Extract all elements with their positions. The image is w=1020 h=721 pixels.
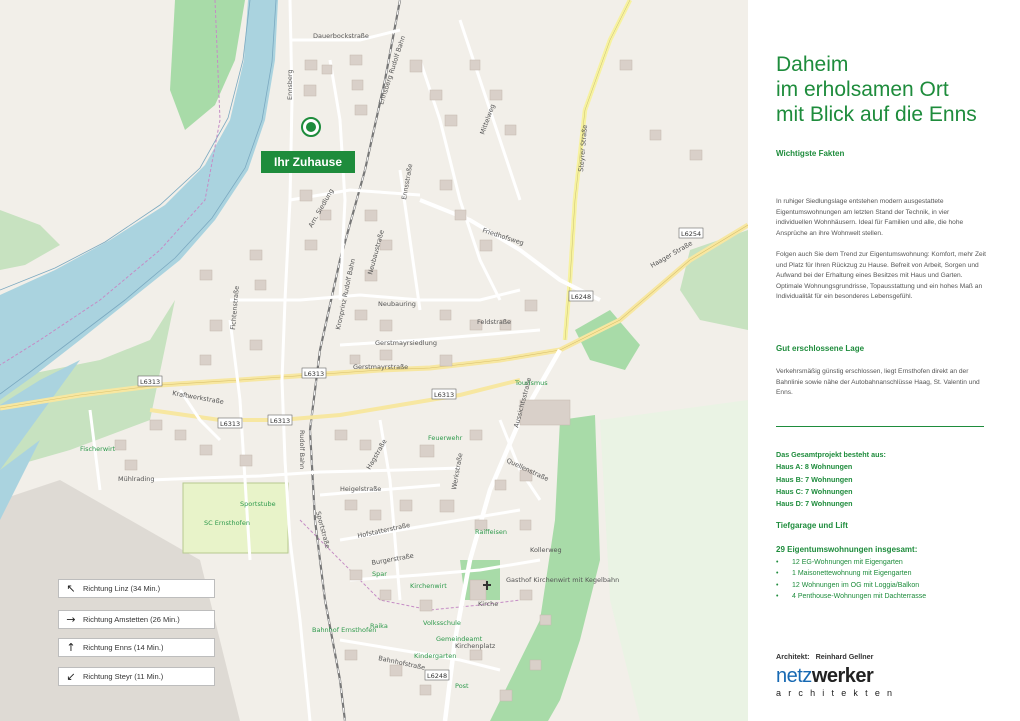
direction-label: Richtung Amstetten (26 Min.) bbox=[83, 615, 180, 624]
street-label: Rudolf Bahn bbox=[298, 430, 306, 469]
direction-steyr: ↙ Richtung Steyr (11 Min.) bbox=[58, 667, 215, 686]
shield-label: L6248 bbox=[571, 293, 591, 301]
project-line: Das Gesamtprojekt besteht aus: bbox=[776, 450, 886, 459]
project-line: Haus A: 8 Wohnungen bbox=[776, 462, 853, 472]
poi-label: Raiffeisen bbox=[475, 528, 507, 536]
architect-name: Reinhard Gellner bbox=[815, 652, 874, 661]
shield-label: L6313 bbox=[220, 420, 240, 428]
intro-paragraph: Folgen auch Sie dem Trend zur Eigentumsw… bbox=[776, 251, 987, 279]
netzwerker-logo: netzwerker architekten bbox=[776, 665, 900, 698]
street-label: Ennsberg bbox=[286, 69, 294, 100]
project-line: Haus C: 7 Wohnungen bbox=[776, 486, 853, 496]
unit-item: • 4 Penthouse-Wohnungen mit Dachterrasse bbox=[776, 593, 927, 601]
map[interactable]: L6254 L6248 L6313 L6313 L6313 L6313 L631… bbox=[0, 0, 748, 721]
direction-amstetten: → Richtung Amstetten (26 Min.) bbox=[58, 610, 215, 629]
location-heading: Gut erschlossene Lage bbox=[776, 344, 865, 353]
street-label: Dauerbockstraße bbox=[313, 32, 369, 40]
intro-paragraph: Optimale Wohnungsgrundrisse, Topausstatt… bbox=[776, 282, 983, 301]
architect-credit: Architekt: Reinhard Gellner bbox=[776, 652, 877, 661]
intro-text: In ruhiger Siedlungslage entstehen moder… bbox=[776, 197, 986, 309]
poi-label: Kirchenwirt bbox=[410, 582, 447, 590]
street-label: Kirchenplatz bbox=[455, 642, 496, 650]
direction-linz: ↖ Richtung Linz (34 Min.) bbox=[58, 579, 215, 598]
shield-label: L6248 bbox=[427, 672, 447, 680]
street-label: Heigelstraße bbox=[340, 485, 381, 493]
arrow-right-icon: → bbox=[66, 613, 76, 626]
home-label: Ihr Zuhause bbox=[261, 151, 355, 173]
poi-label: Tourismus bbox=[514, 379, 548, 387]
home-location-icon bbox=[301, 117, 321, 137]
street-label: Neubauring bbox=[378, 300, 416, 308]
poi-label: Sportstube bbox=[240, 500, 276, 508]
title-line: mit Blick auf die Enns bbox=[776, 103, 977, 126]
poi-label: Volksschule bbox=[423, 619, 461, 627]
page-title: Daheim im erholsamen Ort mit Blick auf d… bbox=[776, 52, 1016, 127]
info-panel: Daheim im erholsamen Ort mit Blick auf d… bbox=[748, 0, 1020, 721]
shield-label: L6254 bbox=[681, 230, 701, 238]
shield-label: L6313 bbox=[270, 417, 290, 425]
intro-paragraph: In ruhiger Siedlungslage entstehen moder… bbox=[776, 198, 964, 237]
project-line: Haus D: 7 Wohnungen bbox=[776, 499, 853, 509]
street-label: Gerstmayrsiedlung bbox=[375, 339, 437, 347]
arrow-down-left-icon: ↙ bbox=[66, 670, 76, 683]
poi-label: Kirche bbox=[478, 600, 498, 608]
direction-label: Richtung Steyr (11 Min.) bbox=[83, 672, 164, 681]
shield-label: L6313 bbox=[140, 378, 160, 386]
street-label: Feldstraße bbox=[477, 318, 511, 326]
units-list: • 12 EG-Wohnungen mit Eigengarten • 1 Mais… bbox=[776, 557, 926, 603]
poi-label: Spar bbox=[372, 570, 387, 578]
arrow-up-left-icon: ↖ bbox=[66, 582, 76, 595]
street-label: Gerstmayrstraße bbox=[353, 363, 408, 371]
direction-enns: ↑ Richtung Enns (14 Min.) bbox=[58, 638, 215, 657]
unit-item: • 12 Wohnungen im OG mit Loggia/Balkon bbox=[776, 581, 920, 589]
poi-label: Kindergarten bbox=[414, 652, 456, 660]
location-text: Verkehrsmäßig günstig erschlossen, liegt… bbox=[776, 368, 980, 396]
street-label: Kollerweg bbox=[530, 546, 562, 554]
divider bbox=[776, 426, 984, 427]
poi-label: Post bbox=[455, 682, 469, 690]
poi-label: SC Ernsthofen bbox=[204, 519, 250, 527]
poi-label: Gasthof Kirchenwirt mit Kegelbahn bbox=[506, 576, 619, 584]
poi-label: Raika bbox=[370, 622, 388, 630]
poi-label: Fischerwirt bbox=[80, 445, 116, 453]
poi-label: Bahnhof Ernsthofen bbox=[312, 626, 376, 634]
title-line: Daheim bbox=[776, 53, 849, 76]
project-line: Haus B: 7 Wohnungen bbox=[776, 474, 853, 484]
title-line: im erholsamen Ort bbox=[776, 78, 949, 101]
shield-label: L6313 bbox=[304, 370, 324, 378]
garage-heading: Tiefgarage und Lift bbox=[776, 521, 848, 530]
direction-label: Richtung Linz (34 Min.) bbox=[83, 584, 161, 593]
poi-label: Feuerwehr bbox=[428, 434, 463, 442]
shield-label: L6313 bbox=[434, 391, 454, 399]
project-summary: Das Gesamtprojekt besteht aus: Haus A: 8… bbox=[776, 449, 886, 510]
poi-label: Gemeindeamt bbox=[436, 635, 483, 643]
units-heading: 29 Eigentumswohnungen insgesamt: bbox=[776, 545, 918, 554]
street-label: Mühlrading bbox=[118, 475, 155, 483]
arrow-up-icon: ↑ bbox=[66, 641, 76, 654]
architect-label: Architekt: bbox=[776, 652, 810, 661]
unit-item: • 1 Maisonettewohnung mit Eigengarten bbox=[776, 570, 912, 578]
direction-label: Richtung Enns (14 Min.) bbox=[83, 643, 164, 652]
unit-item: • 12 EG-Wohnungen mit Eigengarten bbox=[776, 559, 903, 566]
sports-field bbox=[182, 482, 289, 554]
facts-heading: Wichtigste Fakten bbox=[776, 149, 845, 158]
